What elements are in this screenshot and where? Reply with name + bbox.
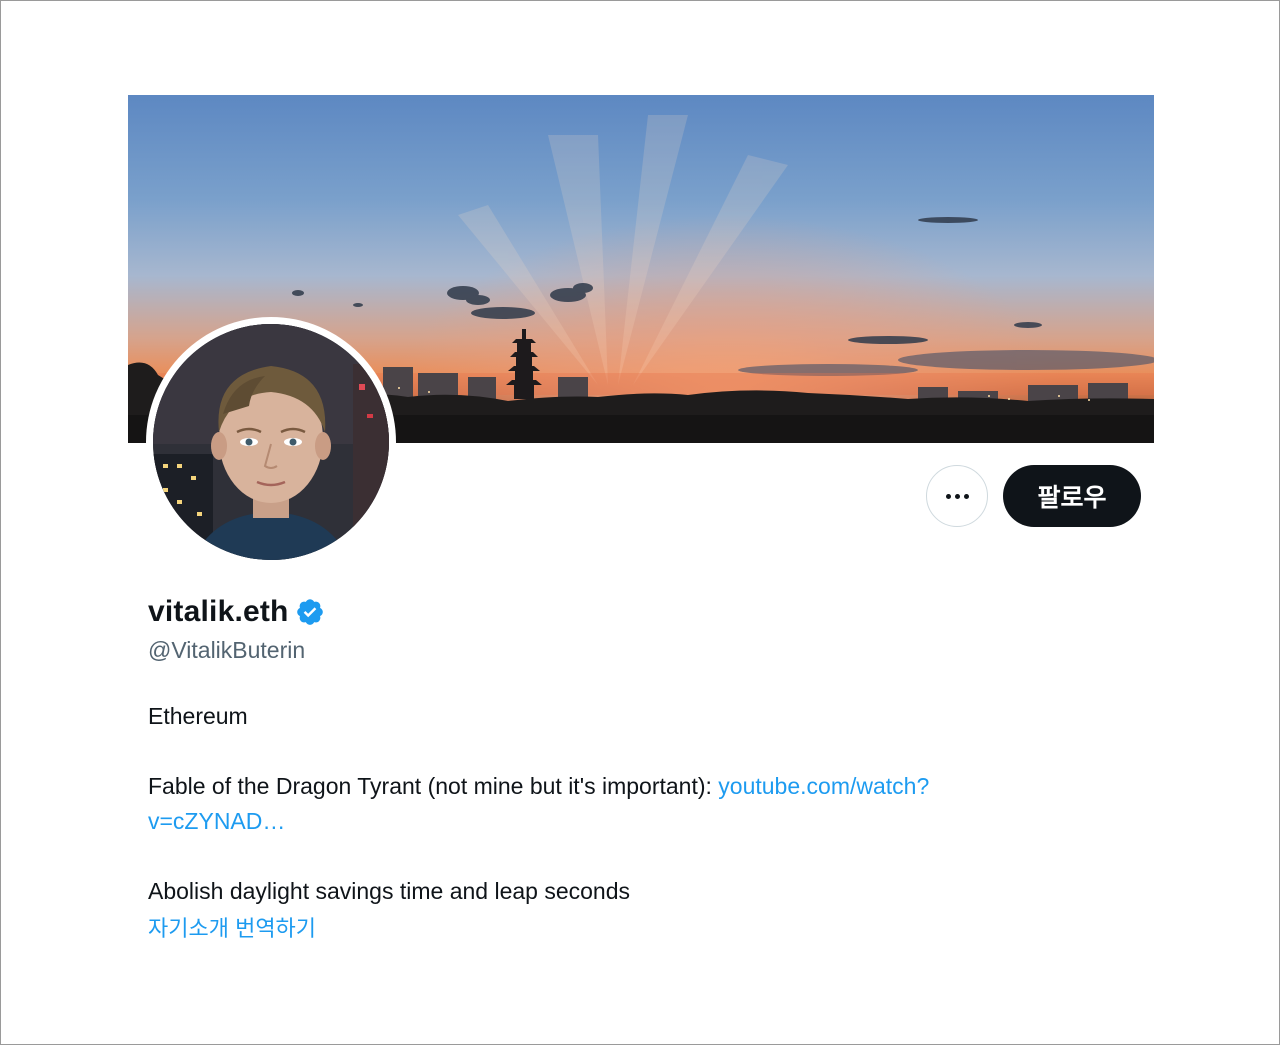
display-name: vitalik.eth	[148, 595, 289, 628]
profile-page: 팔로우 vitalik.eth @VitalikButerin Ethereum…	[0, 0, 1280, 1045]
profile-avatar[interactable]	[146, 317, 396, 567]
more-options-button[interactable]	[926, 465, 988, 527]
bio-line-1: Ethereum	[148, 703, 248, 729]
follow-button[interactable]: 팔로우	[1003, 465, 1141, 527]
avatar-photo	[153, 324, 389, 560]
bio-line-3: Abolish daylight savings time and leap s…	[148, 878, 631, 904]
more-horizontal-icon	[945, 493, 969, 499]
bio-link-part-2: v=cZYNAD…	[148, 808, 286, 834]
bio-link-part-1: youtube.com/watch?	[718, 773, 930, 799]
profile-bio: Ethereum Fable of the Dragon Tyrant (not…	[148, 699, 1108, 909]
user-handle: @VitalikButerin	[148, 637, 306, 663]
verified-badge-icon[interactable]	[295, 597, 325, 627]
display-name-row: vitalik.eth	[148, 595, 325, 629]
translate-bio-link[interactable]: 자기소개 번역하기	[148, 911, 316, 943]
bio-line-2: Fable of the Dragon Tyrant (not mine but…	[148, 769, 1108, 839]
bio-line-2-text: Fable of the Dragon Tyrant (not mine but…	[148, 773, 719, 799]
